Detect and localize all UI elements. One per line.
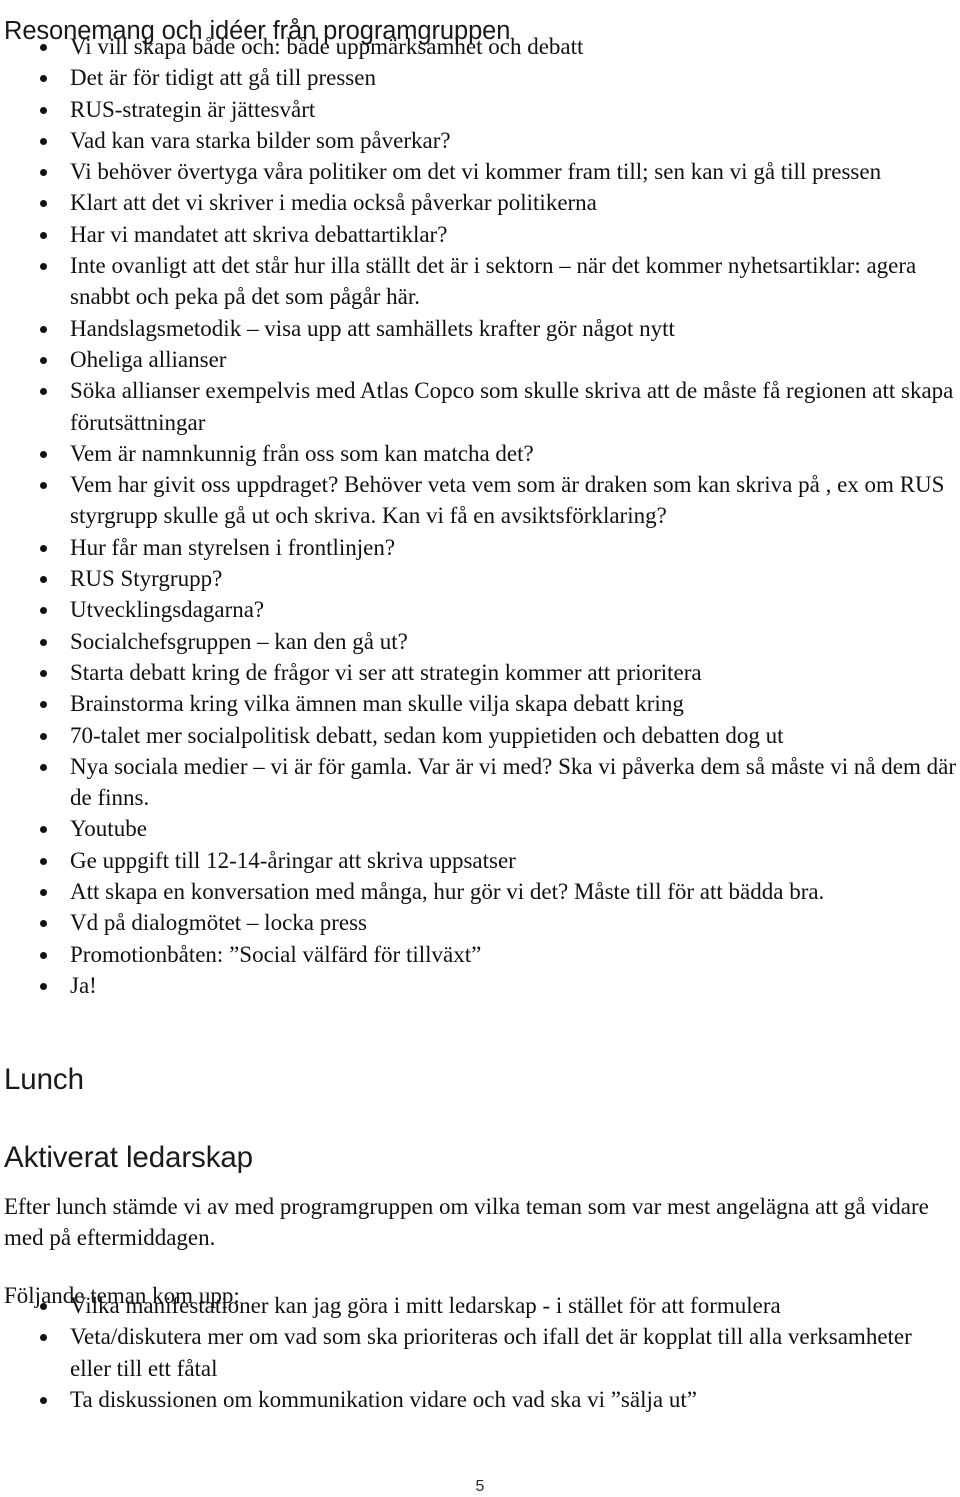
list-item: Handslagsmetodik – visa upp att samhälle… [0, 313, 960, 344]
paragraph-efter-lunch: Efter lunch stämde vi av med programgrup… [4, 1194, 929, 1251]
list-item-text: Har vi mandatet att skriva debattartikla… [70, 221, 448, 247]
list-item-text: Socialchefsgruppen – kan den gå ut? [70, 628, 408, 654]
list-item-text: Veta/diskutera mer om vad som ska priori… [70, 1324, 912, 1381]
list-item: Att skapa en konversation med många, hur… [0, 876, 960, 907]
list-item: Det är för tidigt att gå till pressen [0, 62, 960, 93]
list-item: Vi behöver övertyga våra politiker om de… [0, 156, 960, 187]
list-item: Youtube [0, 813, 960, 844]
list-item: Vem har givit oss uppdraget? Behöver vet… [0, 469, 960, 532]
document-page: Resonemang och idéer från programgruppen… [0, 0, 960, 1497]
list-item-text: Vem har givit oss uppdraget? Behöver vet… [70, 472, 945, 529]
list-item-text: Ta diskussionen om kommunikation vidare … [70, 1386, 697, 1412]
list-item-text: Det är för tidigt att gå till pressen [70, 65, 376, 91]
list-item: Vd på dialogmötet – locka press [0, 907, 960, 938]
list-item: Vem är namnkunnig från oss som kan match… [0, 438, 960, 469]
list-item-text: Vilka manifestationer kan jag göra i mit… [70, 1293, 781, 1318]
list-item: Veta/diskutera mer om vad som ska priori… [0, 1321, 960, 1384]
list-item-text: Vd på dialogmötet – locka press [70, 910, 368, 936]
list-item-text: RUS-strategin är jättesvårt [70, 96, 316, 122]
list-item: Har vi mandatet att skriva debattartikla… [0, 219, 960, 250]
list-item-text: Hur får man styrelsen i frontlinjen? [70, 534, 396, 560]
list-item-text: Klart att det vi skriver i media också p… [70, 190, 597, 216]
list-item: Vilka manifestationer kan jag göra i mit… [0, 1290, 960, 1321]
list-item-text: Ge uppgift till 12-14-åringar att skriva… [70, 847, 516, 873]
list-item-text: Vi behöver övertyga våra politiker om de… [70, 159, 882, 185]
list-item-text: Handslagsmetodik – visa upp att samhälle… [70, 315, 675, 341]
list-item-text: Brainstorma kring vilka ämnen man skulle… [70, 691, 684, 717]
list-item-text: RUS Styrgrupp? [70, 566, 223, 592]
list-item: Hur får man styrelsen i frontlinjen? [0, 532, 960, 563]
list-item-text: Att skapa en konversation med många, hur… [70, 879, 825, 905]
list-item: Söka allianser exempelvis med Atlas Copc… [0, 375, 960, 438]
list-item: 70-talet mer socialpolitisk debatt, seda… [0, 720, 960, 751]
list-item: Oheliga allianser [0, 344, 960, 375]
list-item-text: Inte ovanligt att det står hur illa stäl… [70, 253, 917, 310]
list-item: Promotionbåten: ”Social välfärd för till… [0, 939, 960, 970]
section-heading-aktiverat-ledarskap: Aktiverat ledarskap [4, 1141, 253, 1175]
list-item: Klart att det vi skriver i media också p… [0, 187, 960, 218]
list-item-text: Söka allianser exempelvis med Atlas Copc… [70, 378, 954, 435]
list-item-text: Promotionbåten: ”Social välfärd för till… [70, 941, 482, 967]
list-item-text: Vem är namnkunnig från oss som kan match… [70, 440, 534, 466]
list-item-text: Nya sociala medier – vi är för gamla. Va… [70, 753, 957, 811]
page-number: 5 [475, 1478, 485, 1495]
bullet-list-teman: Vilka manifestationer kan jag göra i mit… [0, 1290, 960, 1415]
list-item-text: Vad kan vara starka bilder som påverkar? [70, 127, 451, 153]
list-item: Ja! [0, 970, 960, 1001]
list-item: RUS Styrgrupp? [0, 563, 960, 594]
list-item: Ge uppgift till 12-14-åringar att skriva… [0, 845, 960, 876]
list-item: RUS-strategin är jättesvårt [0, 94, 960, 125]
list-item-text: Ja! [70, 972, 97, 998]
list-item-text: Vi vill skapa både och: både uppmärksamh… [70, 34, 584, 59]
list-item-text: Youtube [70, 816, 147, 842]
list-item: Vi vill skapa både och: både uppmärksamh… [0, 31, 960, 62]
list-item: Inte ovanligt att det står hur illa stäl… [0, 250, 960, 313]
list-item: Ta diskussionen om kommunikation vidare … [0, 1384, 960, 1415]
list-item-text: Starta debatt kring de frågor vi ser att… [70, 659, 702, 685]
list-item: Socialchefsgruppen – kan den gå ut? [0, 626, 960, 657]
list-item: Brainstorma kring vilka ämnen man skulle… [0, 688, 960, 719]
list-item: Nya sociala medier – vi är för gamla. Va… [0, 751, 960, 814]
list-item-text: Utvecklingsdagarna? [70, 597, 265, 623]
section-heading-lunch: Lunch [4, 1063, 84, 1097]
list-item: Vad kan vara starka bilder som påverkar? [0, 125, 960, 156]
list-item: Utvecklingsdagarna? [0, 594, 960, 625]
list-item: Starta debatt kring de frågor vi ser att… [0, 657, 960, 688]
bullet-list-programgruppen: Vi vill skapa både och: både uppmärksamh… [0, 31, 960, 1001]
list-item-text: Oheliga allianser [70, 346, 227, 372]
list-item-text: 70-talet mer socialpolitisk debatt, seda… [70, 722, 784, 748]
